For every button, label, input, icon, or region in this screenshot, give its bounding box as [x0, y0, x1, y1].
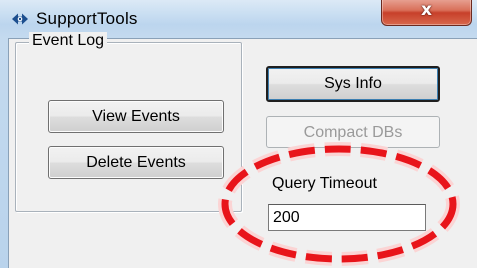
- view-events-label: View Events: [92, 108, 180, 125]
- window-title: SupportTools: [36, 9, 138, 28]
- compact-dbs-button: Compact DBs: [266, 116, 440, 148]
- delete-events-label: Delete Events: [86, 154, 186, 171]
- event-log-group-label: Event Log: [29, 32, 108, 50]
- close-button[interactable]: x: [381, 0, 472, 26]
- close-icon: x: [421, 0, 432, 20]
- delete-events-button[interactable]: Delete Events: [48, 146, 224, 179]
- compact-dbs-label: Compact DBs: [303, 124, 403, 141]
- query-timeout-label: Query Timeout: [272, 175, 377, 192]
- supporttools-app-icon: [12, 13, 28, 25]
- sys-info-label: Sys Info: [324, 75, 382, 92]
- query-timeout-input[interactable]: [268, 204, 426, 231]
- view-events-button[interactable]: View Events: [48, 100, 224, 133]
- sys-info-button[interactable]: Sys Info: [266, 66, 440, 102]
- supporttools-window: SupportTools x Event Log View Events Del…: [0, 0, 477, 268]
